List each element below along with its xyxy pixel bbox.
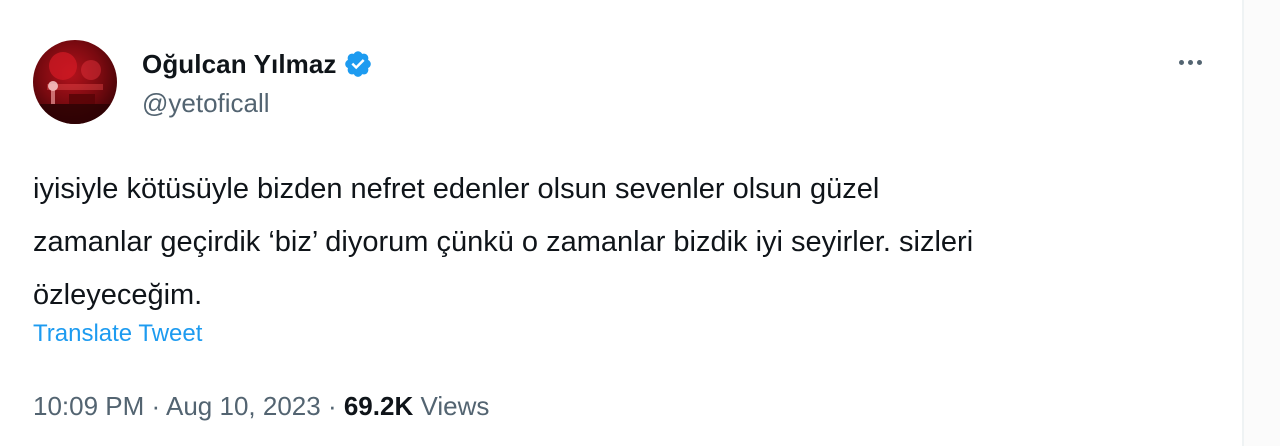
- more-dots-icon: [1196, 59, 1202, 65]
- tweet-meta: 10:09 PM · Aug 10, 2023 · 69.2K Views: [33, 391, 489, 422]
- meta-separator: ·: [327, 391, 337, 421]
- meta-separator: ·: [151, 391, 161, 421]
- tweet-date[interactable]: Aug 10, 2023: [166, 391, 321, 421]
- translate-tweet-link[interactable]: Translate Tweet: [33, 320, 202, 348]
- tweet-card: Oğulcan Yılmaz @yetoficall iyisiyle kötü…: [0, 0, 1242, 446]
- tweet-text-line: iyisiyle kötüsüyle bizden nefret edenler…: [33, 173, 880, 205]
- more-dots-icon: [1178, 59, 1184, 65]
- avatar-image: [33, 52, 117, 124]
- tweet-text-line: özleyeceğim.: [33, 279, 203, 311]
- views-count: 69.2K: [343, 391, 414, 421]
- author-name-row: Oğulcan Yılmaz: [142, 44, 373, 84]
- author-display-name[interactable]: Oğulcan Yılmaz: [142, 49, 337, 80]
- verified-badge-icon: [343, 49, 373, 79]
- more-options-button[interactable]: [1170, 50, 1210, 74]
- tweet-text-line: zamanlar geçirdik ‘biz’ diyorum çünkü o …: [33, 226, 974, 258]
- avatar[interactable]: [33, 40, 117, 124]
- views-label: Views: [420, 391, 490, 421]
- author-handle[interactable]: @yetoficall: [142, 88, 270, 119]
- tweet-text: iyisiyle kötüsüyle bizden nefret edenler…: [33, 163, 1223, 322]
- right-gutter: [1244, 0, 1280, 446]
- more-dots-icon: [1187, 59, 1193, 65]
- tweet-time[interactable]: 10:09 PM: [33, 391, 144, 421]
